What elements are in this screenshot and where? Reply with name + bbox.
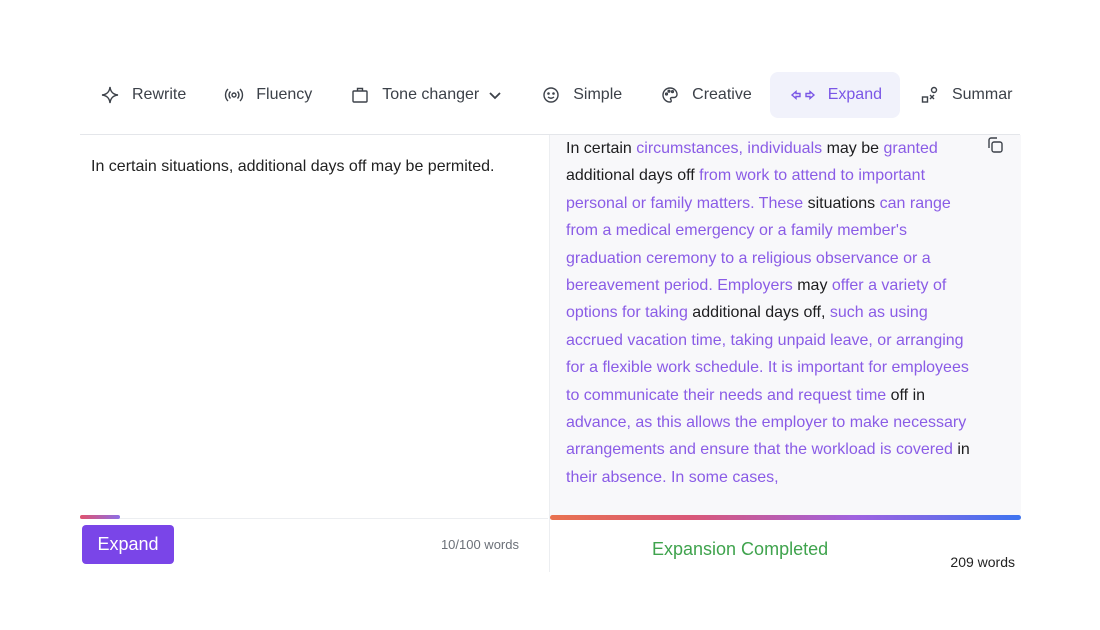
changed-text-segment: advance, as this allows the employer to … <box>566 414 967 459</box>
output-panel: In certain circumstances, individuals ma… <box>549 135 1021 572</box>
copy-icon[interactable] <box>985 135 1005 155</box>
mode-label: Summar <box>951 86 1013 103</box>
smiley-icon <box>541 85 561 105</box>
mode-label: Rewrite <box>132 86 187 103</box>
shapes-icon <box>920 85 940 105</box>
changed-text-segment: their absence. In some cases, <box>566 468 779 486</box>
mode-label: Fluency <box>256 86 313 103</box>
mode-fluency[interactable]: Fluency <box>204 72 330 118</box>
mode-rewrite[interactable]: Rewrite <box>80 72 204 118</box>
mode-summarize[interactable]: Summar <box>900 72 1020 118</box>
original-text-segment: additional days off, <box>687 304 830 322</box>
output-word-count: 209 words <box>950 554 1015 570</box>
mode-label: Creative <box>692 86 752 103</box>
status-text: Expansion Completed <box>652 539 829 559</box>
output-text: In certain circumstances, individuals ma… <box>566 135 974 515</box>
original-text-segment: In certain <box>566 140 637 157</box>
changed-text-segment: circumstances, individuals <box>636 140 823 157</box>
expand-arrows-icon <box>790 85 816 105</box>
original-text-segment: may <box>792 277 832 295</box>
mode-label: Tone changer <box>382 86 480 103</box>
briefcase-icon <box>350 85 370 105</box>
input-word-count: 10/100 words <box>440 537 519 552</box>
original-text-segment: in <box>952 441 970 459</box>
input-textarea[interactable]: In certain situations, additional days o… <box>91 157 494 177</box>
sparkle-icon <box>100 85 120 105</box>
mode-simple[interactable]: Simple <box>521 72 640 118</box>
mode-expand[interactable]: Expand <box>769 72 900 118</box>
divider <box>80 518 548 519</box>
mode-creative[interactable]: Creative <box>640 72 770 118</box>
input-panel: In certain situations, additional days o… <box>80 135 548 572</box>
mode-toolbar: Rewrite Fluency Tone changer Simple Crea… <box>80 72 1020 118</box>
original-text-segment: additional days off <box>566 167 700 185</box>
mode-label: Expand <box>827 86 882 103</box>
changed-text-segment: granted <box>883 140 938 157</box>
mode-label: Simple <box>573 86 623 103</box>
original-text-segment: may be <box>822 140 884 157</box>
chevron-down-icon[interactable] <box>487 87 503 103</box>
original-text-segment: off in <box>886 386 926 404</box>
palette-icon <box>660 85 680 105</box>
broadcast-icon <box>224 85 244 105</box>
input-word-limit-bar <box>80 515 120 519</box>
original-text-segment: situations <box>803 194 880 212</box>
expand-button[interactable]: Expand <box>82 525 174 564</box>
mode-tone-changer[interactable]: Tone changer <box>330 72 521 118</box>
